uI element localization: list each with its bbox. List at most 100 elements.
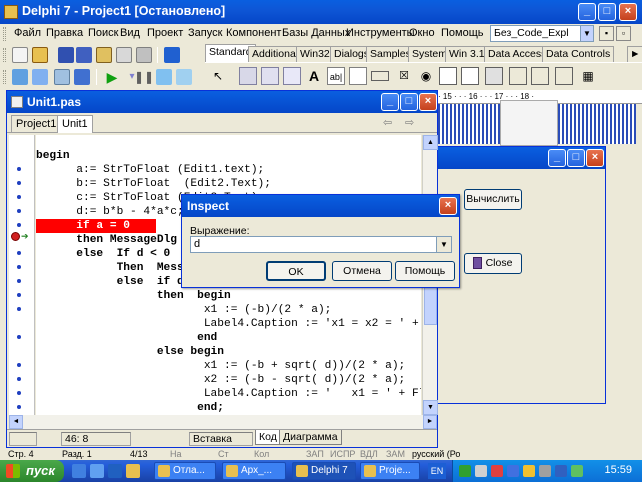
- palette-tab-additional[interactable]: Additional: [248, 46, 303, 62]
- language-indicator[interactable]: EN: [428, 463, 446, 479]
- listbox-component-icon[interactable]: [439, 67, 457, 85]
- view-form-icon[interactable]: [32, 69, 48, 85]
- run-icon[interactable]: ▶: [104, 69, 120, 85]
- nav-forward-icon[interactable]: ⇨: [405, 116, 414, 129]
- chevron-down-icon[interactable]: ▼: [436, 237, 451, 252]
- toolbar-grip[interactable]: [3, 48, 6, 62]
- palette-tab-win32[interactable]: Win32: [296, 46, 334, 62]
- form1-maximize-button[interactable]: □: [567, 149, 585, 167]
- help-contents-icon[interactable]: [164, 47, 180, 63]
- button-component-icon[interactable]: [371, 71, 389, 81]
- tray-misc-icon[interactable]: [539, 465, 551, 477]
- toggle-form-unit-icon[interactable]: [54, 69, 70, 85]
- memo-component-icon[interactable]: [349, 67, 367, 85]
- menubar-grip[interactable]: [3, 27, 6, 41]
- menu-project[interactable]: Проект: [147, 27, 183, 39]
- editor-maximize-button[interactable]: □: [400, 93, 418, 111]
- palette-scroll-right-icon[interactable]: ►: [627, 46, 642, 62]
- palette-tab-data-access[interactable]: Data Access: [484, 46, 551, 62]
- tray-monitor-icon[interactable]: [555, 465, 567, 477]
- tray-network-icon[interactable]: [459, 465, 471, 477]
- tray-update-icon[interactable]: [571, 465, 583, 477]
- menu-search[interactable]: Поиск: [88, 27, 118, 39]
- chevron-down-icon[interactable]: ▼: [580, 26, 593, 41]
- inspect-close-button[interactable]: ×: [439, 197, 457, 215]
- word-quicklaunch-icon[interactable]: [108, 464, 122, 478]
- panel-component-icon[interactable]: [555, 67, 573, 85]
- form1-close-button[interactable]: ×: [586, 149, 604, 167]
- scroll-right-icon[interactable]: ►: [423, 415, 437, 429]
- nav-back-icon[interactable]: ⇦: [383, 116, 392, 129]
- add-file-icon[interactable]: [116, 47, 132, 63]
- menu-run[interactable]: Запуск: [188, 27, 222, 39]
- menu-view[interactable]: Вид: [120, 27, 140, 39]
- tray-volume-icon[interactable]: [523, 465, 535, 477]
- trace-into-icon[interactable]: [156, 69, 172, 85]
- scrollbar-component-icon[interactable]: [485, 67, 503, 85]
- main-menu-icon[interactable]: [261, 67, 279, 85]
- tab-unit1[interactable]: Unit1: [57, 115, 93, 133]
- task-archive[interactable]: Арх_...: [222, 462, 286, 480]
- menu-window[interactable]: Окно: [409, 27, 435, 39]
- task-project[interactable]: Proje...: [360, 462, 420, 480]
- form1-minimize-button[interactable]: _: [548, 149, 566, 167]
- menu-edit[interactable]: Правка: [46, 27, 83, 39]
- form1-window[interactable]: _ □ × Вычислить Close: [438, 146, 606, 404]
- new-icon[interactable]: [12, 47, 28, 63]
- save-desktop-icon[interactable]: ▪: [599, 26, 614, 41]
- actionlist-component-icon[interactable]: ▦: [579, 67, 597, 85]
- popup-menu-icon[interactable]: [283, 67, 301, 85]
- help-button[interactable]: Помощь: [395, 261, 455, 281]
- close-button[interactable]: ×: [619, 3, 637, 21]
- set-debug-desktop-icon[interactable]: ▫: [616, 26, 631, 41]
- save-all-icon[interactable]: [76, 47, 92, 63]
- open-project-icon[interactable]: [96, 47, 112, 63]
- maximize-button[interactable]: □: [598, 3, 616, 21]
- menu-component[interactable]: Компонент: [226, 27, 281, 39]
- tab-diagram[interactable]: Диаграмма: [279, 430, 342, 445]
- view-unit-icon[interactable]: [12, 69, 28, 85]
- palette-tab-data-controls[interactable]: Data Controls: [542, 46, 615, 62]
- toolbar-grip-2[interactable]: [3, 70, 6, 84]
- menu-tools[interactable]: Инструменты: [346, 27, 415, 39]
- scroll-left-icon[interactable]: ◄: [9, 415, 23, 429]
- label-component-icon[interactable]: A: [305, 67, 323, 85]
- desktop-select[interactable]: Без_Code_Expl ▼: [490, 25, 594, 42]
- task-delphi[interactable]: Delphi 7: [292, 462, 356, 480]
- groupbox-component-icon[interactable]: [509, 67, 527, 85]
- editor-minimize-button[interactable]: _: [381, 93, 399, 111]
- checkbox-component-icon[interactable]: ☒: [395, 67, 413, 85]
- scroll-up-icon[interactable]: ▲: [423, 135, 438, 150]
- calculate-button[interactable]: Вычислить: [464, 189, 522, 210]
- radio-component-icon[interactable]: ◉: [417, 67, 435, 85]
- scroll-down-icon[interactable]: ▼: [423, 400, 438, 415]
- desktop-quicklaunch-icon[interactable]: [90, 464, 104, 478]
- edit-component-icon[interactable]: ab|: [327, 67, 345, 85]
- breakpoint-icon[interactable]: [11, 232, 20, 241]
- remove-file-icon[interactable]: [136, 47, 152, 63]
- task-debug[interactable]: Отла...: [154, 462, 216, 480]
- tray-antivirus-icon[interactable]: [491, 465, 503, 477]
- radiogroup-component-icon[interactable]: [531, 67, 549, 85]
- cancel-button[interactable]: Отмена: [332, 261, 392, 281]
- pointer-icon[interactable]: ↖: [209, 67, 227, 85]
- step-over-icon[interactable]: [176, 69, 192, 85]
- tray-app-icon[interactable]: [507, 465, 519, 477]
- clock[interactable]: 15:59: [604, 464, 632, 476]
- horizontal-scrollbar[interactable]: ◄ ►: [9, 415, 437, 429]
- save-icon[interactable]: [58, 47, 74, 63]
- menu-file[interactable]: Файл: [14, 27, 41, 39]
- explorer-quicklaunch-icon[interactable]: [126, 464, 140, 478]
- expression-combobox[interactable]: d ▼: [190, 236, 452, 253]
- menu-help[interactable]: Помощь: [441, 27, 484, 39]
- ok-button[interactable]: OK: [266, 261, 326, 281]
- menu-database[interactable]: Базы Данных: [282, 27, 350, 39]
- start-button[interactable]: пуск: [0, 460, 64, 482]
- new-form-icon[interactable]: [74, 69, 90, 85]
- frames-icon[interactable]: [239, 67, 257, 85]
- combobox-component-icon[interactable]: [461, 67, 479, 85]
- tray-printer-icon[interactable]: [475, 465, 487, 477]
- tab-code[interactable]: Код: [255, 430, 281, 445]
- close-form-button[interactable]: Close: [464, 253, 522, 274]
- palette-tab-win31[interactable]: Win 3.1: [445, 46, 489, 62]
